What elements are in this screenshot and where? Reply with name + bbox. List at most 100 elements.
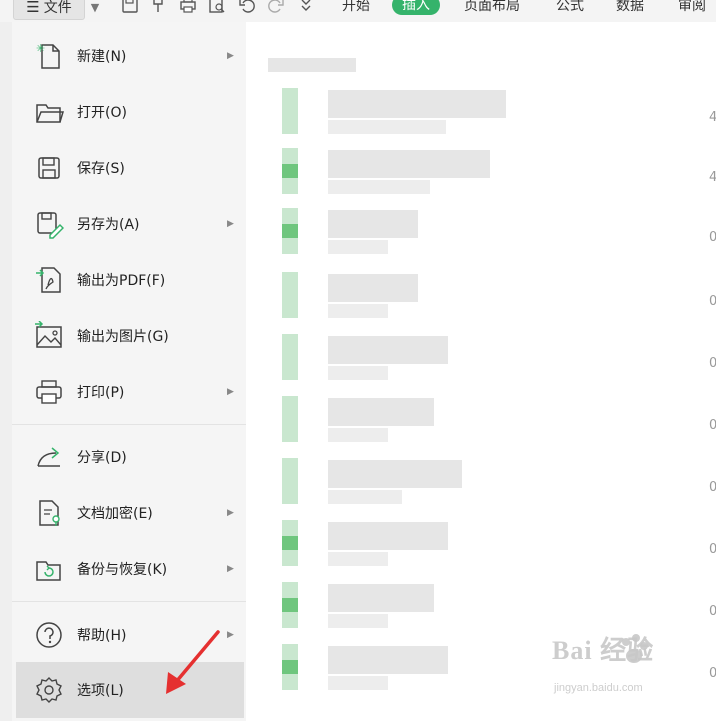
menu-item-print[interactable]: 打印(P) ▶ [12,365,246,419]
file-date: 0 [709,666,716,681]
submenu-arrow-icon: ▶ [227,630,234,640]
new-document-icon: ✳ [34,41,64,71]
file-date: 0 [709,542,716,557]
more-icon[interactable] [295,0,317,16]
menu-item-label: 打印(P) [77,385,125,401]
file-name-blur [328,150,490,178]
recent-file-row[interactable]: 0 [246,208,716,264]
file-path-blur [328,614,388,628]
menu-item-export-image[interactable]: 输出为图片(G) [12,309,246,363]
svg-text:✳: ✳ [36,42,45,55]
menu-item-options[interactable]: 选项(L) [16,662,244,718]
open-folder-icon [34,97,65,127]
menu-item-save[interactable]: 保存(S) [12,141,246,195]
file-menu-label: 文件 [43,0,72,16]
format-painter-icon[interactable] [148,0,170,16]
file-name-blur [328,646,448,674]
tab-home[interactable]: 开始 [342,0,370,15]
export-pdf-icon [34,265,64,295]
menu-item-open[interactable]: 打开(O) [12,85,246,139]
save-icon [34,153,64,183]
file-path-blur [328,490,402,504]
help-icon [34,620,64,650]
submenu-arrow-icon: ▶ [227,508,234,518]
file-name-blur [328,522,448,550]
file-type-marker [282,412,298,426]
menu-item-label: 保存(S) [77,161,125,177]
file-date: 0 [709,230,716,245]
file-date: 4 [709,170,716,185]
menu-item-label: 新建(N) [77,49,127,65]
file-path-blur [328,676,388,690]
menu-divider [12,601,246,602]
file-name-blur [328,210,418,238]
file-date: 0 [709,356,716,371]
chevron-down-icon[interactable]: ▼ [86,0,104,18]
print-preview-icon[interactable] [206,0,228,16]
print-icon[interactable] [177,0,199,16]
file-name-blur [328,336,448,364]
file-type-marker [282,598,298,612]
recent-file-row[interactable]: 4 [246,148,716,204]
file-date: 4 [709,110,716,125]
menu-item-label: 选项(L) [77,683,124,699]
file-type-marker [282,660,298,674]
file-path-blur [328,120,446,134]
file-name-blur [328,90,506,118]
tab-page-layout[interactable]: 页面布局 [464,0,520,15]
file-menu-button[interactable]: ☰ 文件 [13,0,85,20]
menu-item-encrypt[interactable]: 文档加密(E) ▶ [12,486,246,540]
file-name-blur [328,584,434,612]
menu-item-export-pdf[interactable]: 输出为PDF(F) [12,253,246,307]
menu-item-backup[interactable]: 备份与恢复(K) ▶ [12,542,246,596]
menu-item-help[interactable]: 帮助(H) ▶ [12,608,246,662]
file-name-blur [328,398,434,426]
menu-item-label: 文档加密(E) [77,506,153,522]
print-icon [34,377,64,407]
file-path-blur [328,366,388,380]
recent-file-row[interactable]: 0 [246,334,716,390]
menu-divider [12,424,246,425]
recent-file-row[interactable]: 0 [246,272,716,328]
file-date: 0 [709,480,716,495]
menu-item-label: 输出为图片(G) [77,329,169,345]
menu-item-new[interactable]: ✳ 新建(N) ▶ [12,29,246,83]
menu-item-save-as[interactable]: 另存为(A) ▶ [12,197,246,251]
file-menu-panel: ✳ 新建(N) ▶ 打开(O) 保存(S) 另存为(A) ▶ 输出为PDF(F)… [12,22,246,721]
file-path-blur [328,428,388,442]
menu-item-label: 备份与恢复(K) [77,562,168,578]
menu-item-label: 另存为(A) [77,217,140,233]
share-icon [34,442,64,472]
file-type-marker [282,350,298,364]
file-name-blur [328,460,462,488]
file-name-blur [328,274,418,302]
tab-insert[interactable]: 插入 [392,0,440,15]
watermark-url: jingyan.baidu.com [554,682,643,694]
file-path-blur [328,304,388,318]
backup-restore-icon [34,554,64,584]
menu-item-label: 帮助(H) [77,628,127,644]
submenu-arrow-icon: ▶ [227,564,234,574]
tab-formula[interactable]: 公式 [556,0,584,15]
tab-data[interactable]: 数据 [616,0,644,15]
tab-review[interactable]: 审阅 [678,0,706,15]
recent-file-row[interactable]: 0 [246,520,716,576]
undo-icon[interactable] [236,0,258,16]
gear-icon [34,675,64,705]
file-path-blur [328,180,430,194]
file-type-marker [282,104,298,118]
redo-icon[interactable] [265,0,287,16]
recent-file-row[interactable]: 0 [246,458,716,514]
file-date: 0 [709,294,716,309]
hamburger-icon: ☰ [26,0,40,16]
save-icon[interactable] [119,0,141,16]
save-as-icon [34,209,65,239]
recent-file-row[interactable]: 4 [246,88,716,144]
menu-item-label: 分享(D) [77,450,127,466]
file-date: 0 [709,418,716,433]
export-image-icon [34,320,64,351]
recent-file-row[interactable]: 0 [246,396,716,452]
menu-item-share[interactable]: 分享(D) [12,430,246,484]
baidu-watermark: Bai 经验 jingyan.baidu.com [552,630,702,710]
menu-item-label: 打开(O) [77,105,127,121]
